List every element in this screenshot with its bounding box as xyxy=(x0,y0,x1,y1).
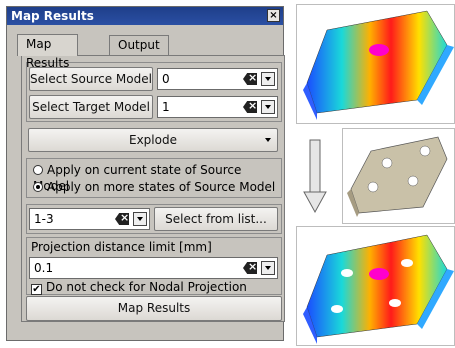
projection-label: Projection distance limit [mm] xyxy=(31,240,212,254)
tab-panel: Select Source Model 0 Select Target Mode… xyxy=(21,55,285,322)
source-model-combo[interactable]: 0 xyxy=(157,68,278,90)
states-value: 1-3 xyxy=(34,212,54,226)
target-model-value: 1 xyxy=(162,100,170,114)
radio-more-states[interactable]: Apply on more states of Source Model xyxy=(33,179,275,195)
target-model-mesh-image xyxy=(342,128,455,224)
chevron-down-icon[interactable] xyxy=(261,261,275,275)
hole-marker xyxy=(401,259,413,267)
nodal-projection-checkbox-row[interactable]: ✔ Do not check for Nodal Projection xyxy=(31,279,247,295)
projection-distance-combo[interactable]: 0.1 xyxy=(29,257,278,279)
select-from-list-button[interactable]: Select from list... xyxy=(154,207,278,231)
chevron-down-icon xyxy=(265,138,271,142)
source-model-value: 0 xyxy=(162,72,170,86)
hole-marker xyxy=(341,269,353,277)
clear-icon[interactable] xyxy=(243,262,257,274)
hole-marker xyxy=(331,305,343,313)
peak-marker xyxy=(369,268,389,280)
chevron-down-icon[interactable] xyxy=(261,100,275,114)
checkbox-label: Do not check for Nodal Projection xyxy=(46,280,247,294)
select-target-model-button[interactable]: Select Target Model xyxy=(29,95,153,119)
map-results-button[interactable]: Map Results xyxy=(26,296,282,321)
clear-icon[interactable] xyxy=(243,101,257,113)
dialog-title: Map Results xyxy=(7,7,283,25)
map-results-dialog: Map Results × Map Results Output to ANSA… xyxy=(6,6,285,341)
source-contour-plot xyxy=(303,10,454,120)
projection-distance-value: 0.1 xyxy=(34,261,54,275)
target-model-contour-image xyxy=(296,226,455,346)
clear-icon[interactable] xyxy=(243,73,257,85)
radio-current-state[interactable]: Apply on current state of Source Model xyxy=(33,162,281,193)
arrow-down-icon xyxy=(296,130,336,220)
chevron-down-icon[interactable] xyxy=(261,72,275,86)
radio-label: Apply on more states of Source Model xyxy=(47,180,276,194)
state-mode-group: Apply on current state of Source Model A… xyxy=(26,158,282,198)
tab-map-results[interactable]: Map Results xyxy=(17,34,79,70)
radio-button[interactable] xyxy=(33,182,43,192)
projection-group: Projection distance limit [mm] 0.1 ✔ Do n… xyxy=(26,237,282,295)
explode-dropdown-button[interactable]: Explode xyxy=(28,128,278,152)
peak-marker xyxy=(369,44,389,56)
states-group: 1-3 Select from list... xyxy=(26,204,282,234)
source-model-contour-image xyxy=(296,4,455,124)
tab-output-to-ansa[interactable]: Output to ANSA xyxy=(109,35,169,90)
clear-icon[interactable] xyxy=(115,213,129,225)
checkbox[interactable]: ✔ xyxy=(31,284,42,295)
states-combo[interactable]: 1-3 xyxy=(29,208,150,230)
explode-label: Explode xyxy=(129,133,177,147)
target-model-combo[interactable]: 1 xyxy=(157,96,278,118)
hole-marker xyxy=(389,299,401,307)
chevron-down-icon[interactable] xyxy=(133,212,147,226)
radio-button[interactable] xyxy=(33,165,43,175)
close-button[interactable]: × xyxy=(267,9,280,22)
